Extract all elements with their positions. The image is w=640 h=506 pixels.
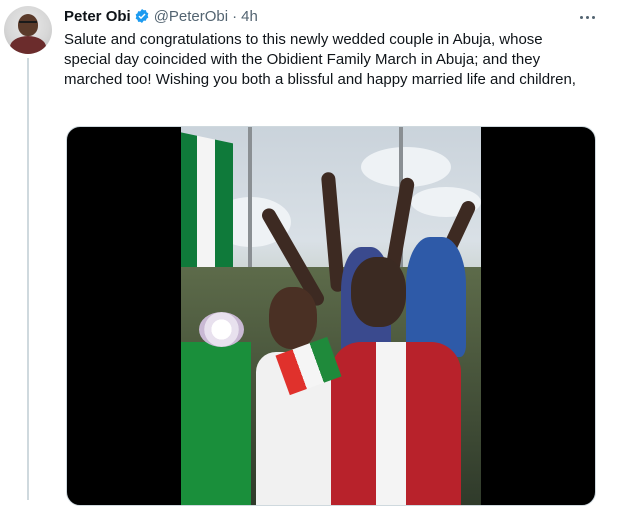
tweet-video[interactable]	[66, 126, 596, 506]
avatar-glasses	[19, 21, 37, 27]
bride-head	[269, 287, 317, 349]
groom-head	[351, 257, 406, 327]
video-frame	[181, 127, 481, 505]
tweet-header: Peter Obi @PeterObi · 4h	[64, 6, 258, 26]
more-dot	[579, 15, 583, 19]
groom-shirt	[376, 342, 406, 505]
avatar-body	[10, 36, 46, 54]
author-avatar[interactable]	[4, 6, 52, 54]
green-shirt-person	[181, 342, 251, 505]
author-handle[interactable]: @PeterObi	[154, 8, 228, 25]
tweet[interactable]: Peter Obi @PeterObi · 4h Salute and cong…	[0, 0, 640, 506]
author-name[interactable]: Peter Obi	[64, 8, 131, 25]
separator-dot: ·	[232, 7, 238, 25]
more-dot	[591, 15, 595, 19]
crowd-person	[406, 237, 466, 357]
bouquet	[199, 312, 244, 347]
more-options-icon[interactable]	[573, 8, 601, 26]
verified-badge-icon	[135, 9, 149, 23]
more-dot	[585, 15, 589, 19]
thread-line	[27, 58, 29, 500]
tweet-timestamp[interactable]: 4h	[241, 8, 258, 25]
tweet-text: Salute and congratulations to this newly…	[64, 31, 576, 88]
